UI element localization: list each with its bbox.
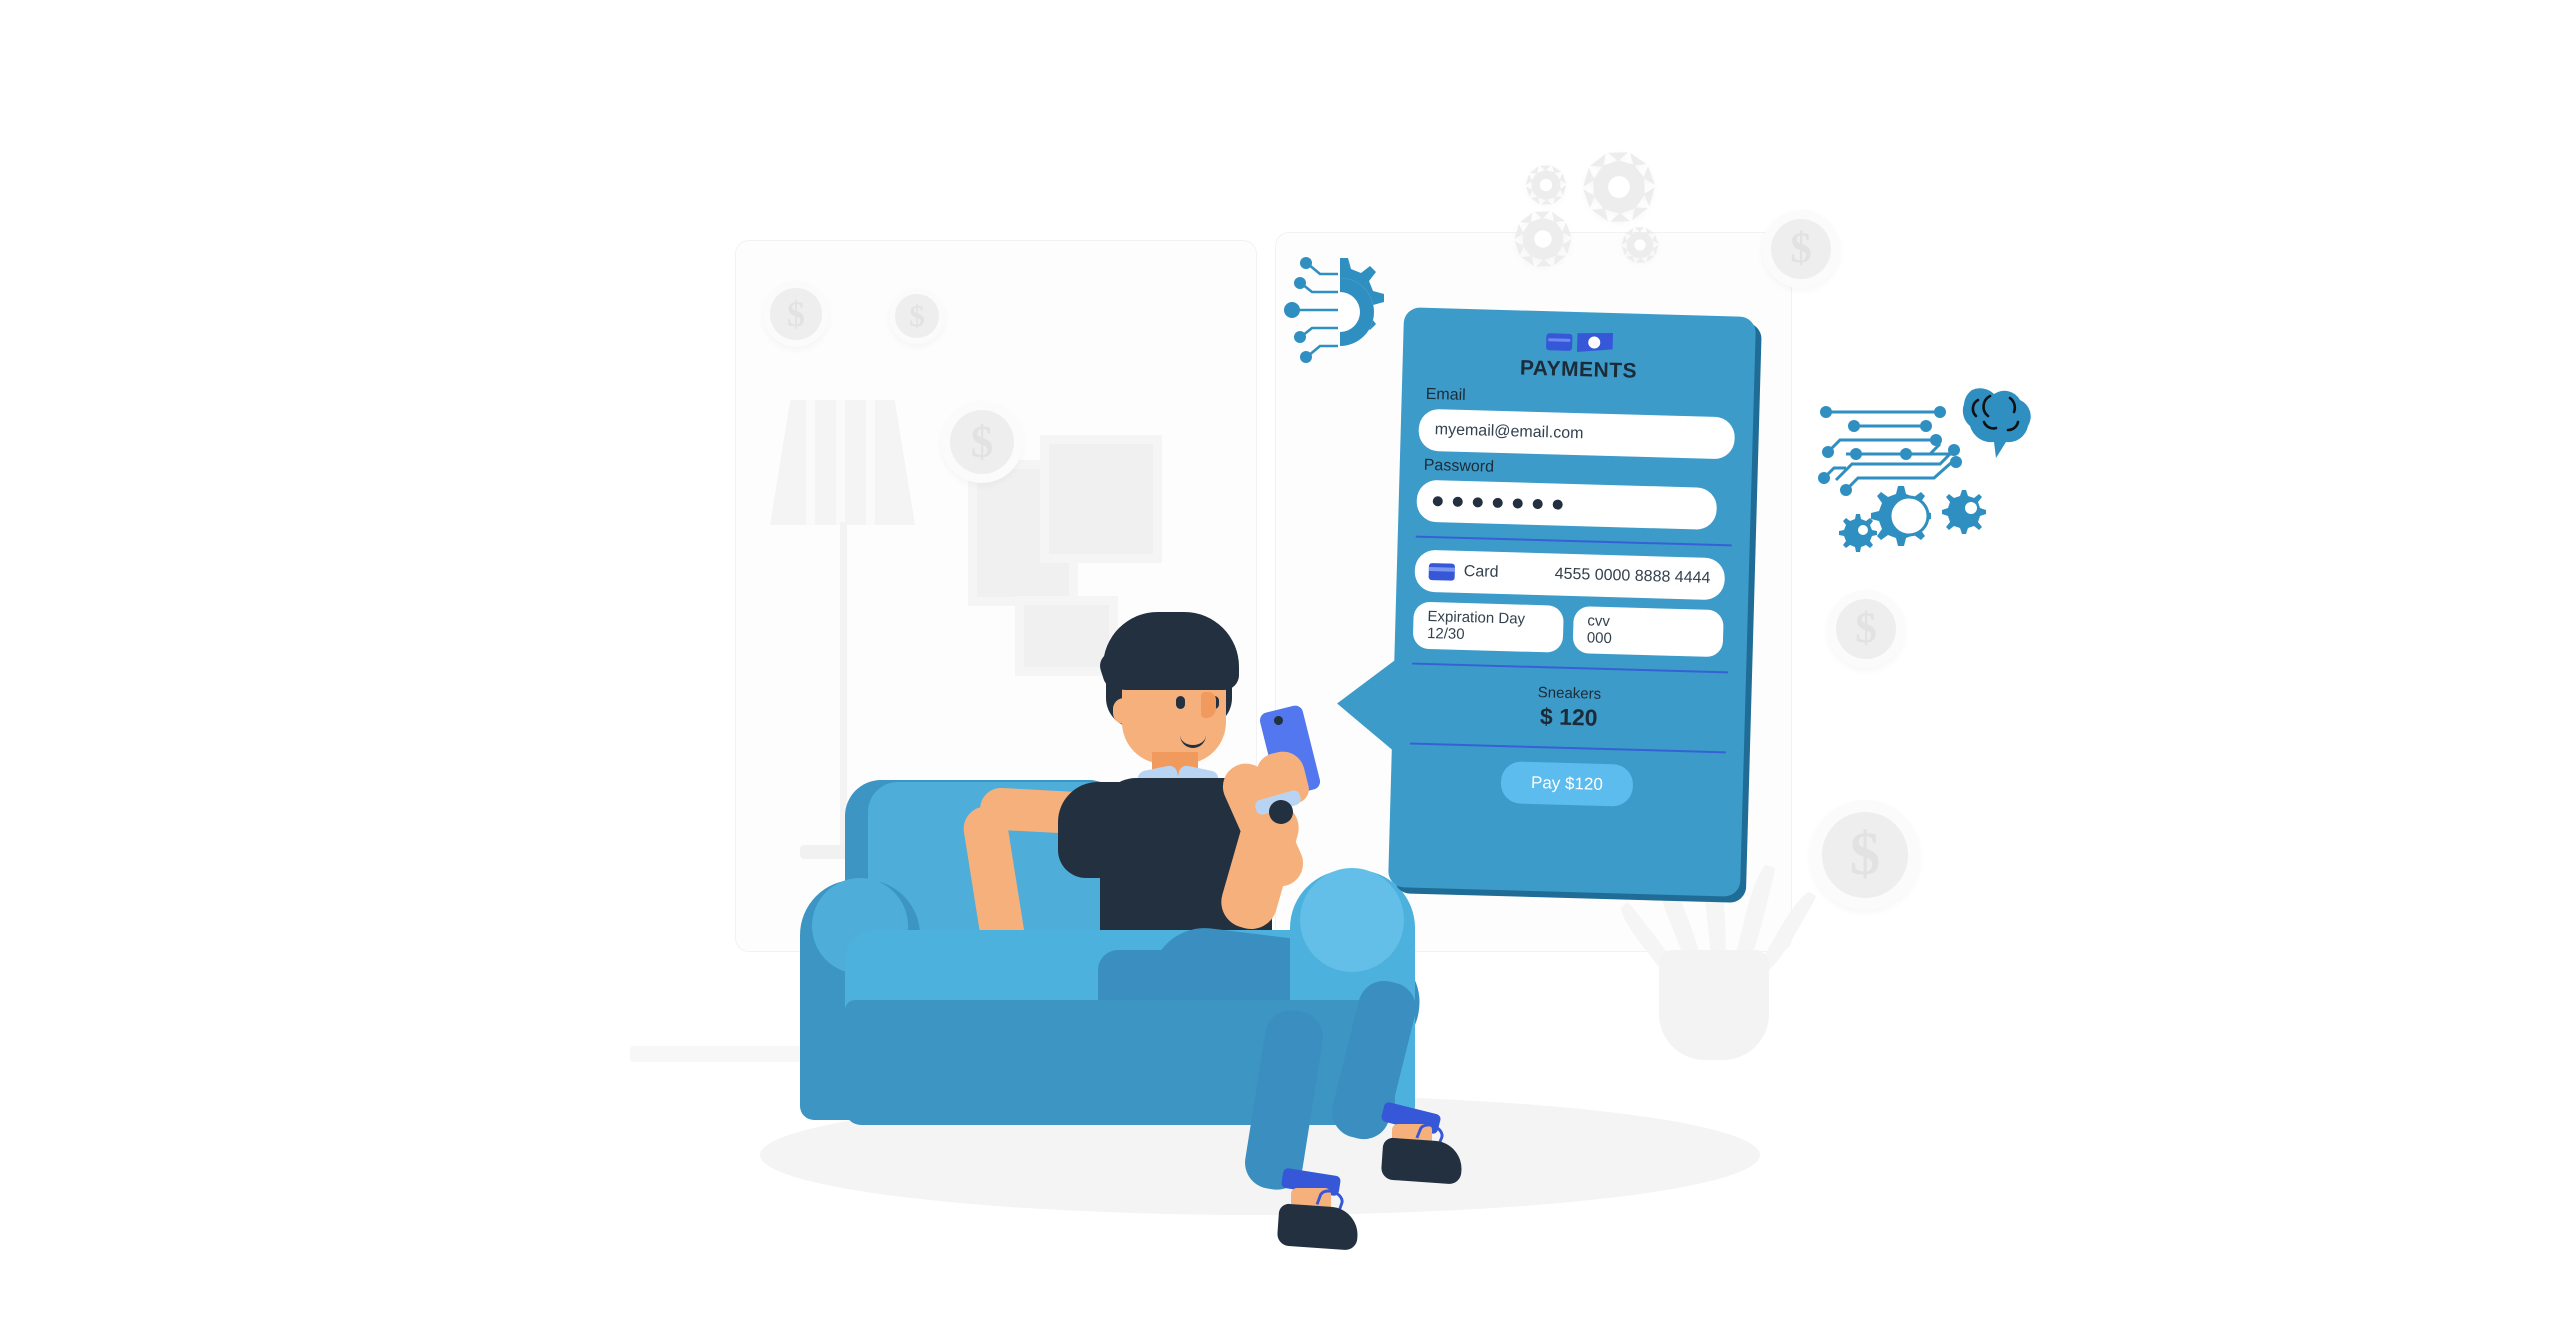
coin-3: $: [941, 401, 1023, 483]
credit-card-icon: [1545, 332, 1572, 351]
password-dot: [1532, 498, 1543, 510]
dollar-icon: $: [1770, 218, 1832, 280]
lamp-pleat: [806, 400, 815, 525]
password-dot: [1432, 496, 1443, 507]
coin-1: $: [763, 281, 829, 347]
card-number: 4555 0000 8888 4444: [1554, 565, 1711, 587]
dollar-icon: $: [1835, 598, 1897, 660]
plant-pot: [1659, 950, 1769, 1060]
coin-4: $: [1762, 210, 1840, 288]
lamp-pole: [840, 522, 847, 852]
ear: [1113, 698, 1135, 724]
email-field[interactable]: myemail@email.com: [1418, 408, 1736, 460]
cvv-field[interactable]: cvv 000: [1572, 606, 1724, 657]
password-field[interactable]: [1416, 479, 1718, 530]
credit-card-icon: [1428, 562, 1456, 581]
illustration-canvas: $ $ $ $ $ $ PAYMENTS Email myemail@email…: [0, 0, 2560, 1340]
speech-bubble-tail: [1335, 657, 1397, 752]
expiration-value: 12/30: [1426, 625, 1465, 644]
password-dot: [1452, 496, 1463, 507]
expiration-cvv-row: Expiration Day 12/30 cvv 000: [1412, 601, 1724, 657]
gear-gray-medium: [1512, 208, 1574, 270]
dollar-icon: $: [1822, 812, 1908, 898]
lamp-pleat: [836, 400, 845, 525]
card-number-field[interactable]: Card 4555 0000 8888 4444: [1414, 549, 1725, 601]
password-masked-value: [1432, 496, 1563, 510]
expiration-field[interactable]: Expiration Day 12/30: [1412, 601, 1564, 653]
flag-dot-icon: [1588, 336, 1600, 348]
divider-middle: [1412, 662, 1729, 673]
flag-icon: [1576, 332, 1613, 353]
divider-top: [1415, 535, 1732, 547]
gear-gray-small-top: [1524, 163, 1568, 207]
dollar-icon: $: [895, 294, 939, 338]
password-label: Password: [1423, 456, 1495, 476]
pay-button[interactable]: Pay $120: [1500, 760, 1634, 807]
wall-frame-b: [1040, 435, 1162, 563]
brand-logo: [1421, 326, 1738, 359]
coin-6: $: [1810, 800, 1920, 910]
cvv-value: 000: [1586, 629, 1613, 648]
gear-gray-small-bottom: [1620, 225, 1660, 265]
eyebrow-left: [1172, 684, 1190, 688]
coin-5: $: [1827, 590, 1905, 668]
dollar-icon: $: [770, 288, 822, 340]
password-dot: [1492, 497, 1503, 509]
gear-gray-large: [1580, 148, 1658, 226]
payments-panel: PAYMENTS Email myemail@email.com Passwor…: [1335, 307, 1762, 903]
eyebrow-right: [1206, 684, 1224, 688]
divider-bottom: [1409, 742, 1726, 753]
email-value: myemail@email.com: [1434, 421, 1584, 443]
shoulder-left: [1058, 782, 1138, 878]
page-title: PAYMENTS: [1519, 356, 1638, 383]
gear-circuit-icon: [1282, 252, 1397, 377]
password-dot: [1552, 499, 1563, 510]
dollar-icon: $: [950, 410, 1014, 474]
nose: [1201, 692, 1216, 718]
card-label: Card: [1463, 562, 1499, 581]
lamp-pleat: [866, 400, 875, 525]
order-summary: Sneakers $ 120: [1410, 676, 1727, 737]
email-label: Email: [1425, 385, 1466, 404]
eye-left: [1176, 696, 1185, 709]
password-dot: [1472, 497, 1483, 508]
password-dot: [1512, 498, 1523, 509]
coin-2: $: [889, 288, 945, 344]
brain-circuit-icon: [1812, 378, 2042, 563]
